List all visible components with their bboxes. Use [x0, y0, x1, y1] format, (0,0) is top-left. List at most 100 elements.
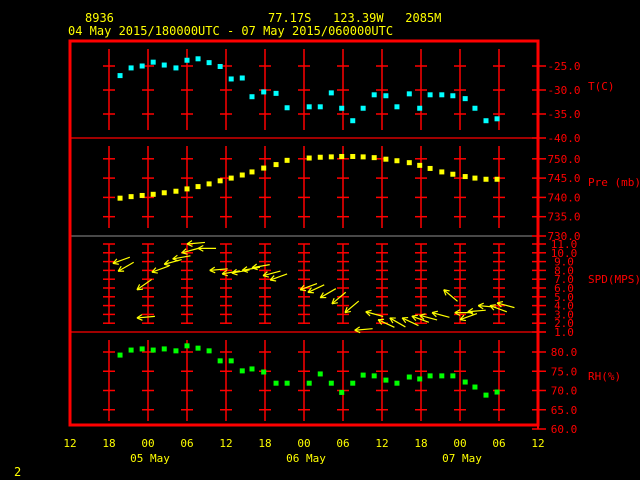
- data-point-pressure: [450, 171, 456, 177]
- data-point-relative_humidity: [417, 376, 423, 382]
- data-point-temperature: [150, 59, 156, 65]
- data-point-relative_humidity: [427, 373, 433, 379]
- data-point-pressure: [261, 165, 267, 171]
- data-point-temperature: [273, 90, 279, 96]
- date-label: 05 May: [130, 452, 170, 465]
- axis-tick-label: 75.0: [551, 365, 578, 378]
- data-point-temperature: [406, 91, 412, 97]
- data-point-temperature: [328, 90, 334, 96]
- data-point-temperature: [161, 62, 167, 68]
- data-point-relative_humidity: [383, 377, 389, 383]
- data-point-relative_humidity: [239, 368, 245, 374]
- data-point-pressure: [228, 175, 234, 181]
- wind-arrow-head: [262, 275, 270, 278]
- data-point-pressure: [328, 154, 334, 160]
- data-point-relative_humidity: [494, 389, 500, 395]
- data-point-pressure: [150, 191, 156, 197]
- wind-arrow-head: [365, 309, 372, 313]
- wind-arrow: [251, 263, 270, 271]
- data-point-temperature: [360, 105, 366, 111]
- axis-tick-label: -30.0: [547, 84, 580, 97]
- time-tick-label: 18: [414, 437, 427, 450]
- wind-arrow-head: [431, 310, 439, 314]
- wind-arrow: [163, 259, 182, 267]
- data-point-pressure: [239, 172, 245, 178]
- data-point-relative_humidity: [339, 389, 345, 395]
- time-tick-label: 18: [102, 437, 115, 450]
- time-tick-label: 12: [375, 437, 388, 450]
- wind-arrow: [269, 273, 288, 282]
- wind-arrow-head: [459, 319, 467, 322]
- time-tick-label: 06: [336, 437, 349, 450]
- axis-tick-label: -35.0: [547, 108, 580, 121]
- data-point-pressure: [394, 158, 400, 164]
- data-point-temperature: [217, 63, 223, 69]
- wind-arrow-shaft: [344, 300, 360, 314]
- data-point-pressure: [284, 157, 290, 163]
- data-point-pressure: [472, 175, 478, 181]
- data-point-relative_humidity: [394, 380, 400, 386]
- data-point-relative_humidity: [439, 373, 445, 379]
- axis-tick-label: 740.0: [547, 191, 580, 204]
- data-point-temperature: [494, 116, 500, 122]
- time-tick-label: 12: [63, 437, 76, 450]
- data-point-temperature: [394, 104, 400, 110]
- time-tick-label: 00: [453, 437, 466, 450]
- data-point-relative_humidity: [217, 358, 223, 364]
- wind-arrow: [401, 316, 419, 327]
- data-point-pressure: [317, 154, 323, 160]
- data-point-pressure: [128, 194, 134, 200]
- data-point-temperature: [339, 105, 345, 111]
- meteogram-chart: -25.0 -30.0 -35.0 -40.0 T(C) 750.0 745.0 740.0 7…: [63, 39, 640, 465]
- data-point-temperature: [284, 105, 290, 111]
- wind-arrow-head: [221, 273, 228, 277]
- data-point-relative_humidity: [306, 380, 312, 386]
- data-point-relative_humidity: [284, 380, 290, 386]
- data-point-temperature: [317, 104, 323, 110]
- data-point-pressure: [494, 176, 500, 182]
- axis-tick-label: 80.0: [551, 346, 578, 359]
- data-point-pressure: [383, 156, 389, 162]
- data-point-temperature: [306, 104, 312, 110]
- data-point-relative_humidity: [139, 346, 145, 352]
- axis-tick-label: 70.0: [551, 385, 578, 398]
- wind-arrow-head: [164, 263, 171, 267]
- data-point-temperature: [206, 60, 212, 66]
- data-point-relative_humidity: [206, 348, 212, 354]
- wind-arrow-head: [270, 279, 277, 282]
- data-point-pressure: [371, 155, 377, 161]
- axis-tick-label: 735.0: [547, 211, 580, 224]
- data-point-relative_humidity: [450, 373, 456, 379]
- axis-tick-label: 60.0: [551, 423, 578, 436]
- data-point-pressure: [427, 165, 433, 171]
- axis-tick-label: 1.0: [554, 326, 574, 339]
- data-point-temperature: [128, 65, 134, 71]
- wind-arrow: [319, 288, 337, 299]
- data-point-pressure: [350, 153, 356, 159]
- data-point-relative_humidity: [128, 347, 134, 353]
- data-point-relative_humidity: [161, 346, 167, 352]
- data-point-temperature: [184, 57, 190, 63]
- wind-arrow-head: [496, 300, 504, 304]
- data-point-relative_humidity: [173, 348, 179, 354]
- data-point-relative_humidity: [150, 347, 156, 353]
- data-point-temperature: [462, 96, 468, 102]
- data-point-pressure: [339, 153, 345, 159]
- time-tick-label: 06: [180, 437, 193, 450]
- wind-arrow: [197, 244, 217, 252]
- data-point-pressure: [483, 176, 489, 182]
- wind-arrow-head: [231, 272, 238, 276]
- data-point-pressure: [406, 160, 412, 166]
- wind-arrow: [117, 261, 134, 272]
- data-point-temperature: [139, 63, 145, 69]
- panel-label-pressure: Pre (mb): [588, 176, 640, 189]
- data-point-pressure: [217, 178, 223, 184]
- data-point-pressure: [249, 169, 255, 175]
- data-point-temperature: [173, 65, 179, 71]
- data-point-relative_humidity: [406, 374, 412, 380]
- data-point-pressure: [306, 155, 312, 161]
- wind-arrow-head: [112, 262, 119, 265]
- wind-arrow-shaft: [443, 289, 458, 302]
- wind-arrow: [365, 309, 384, 317]
- data-point-pressure: [462, 174, 468, 180]
